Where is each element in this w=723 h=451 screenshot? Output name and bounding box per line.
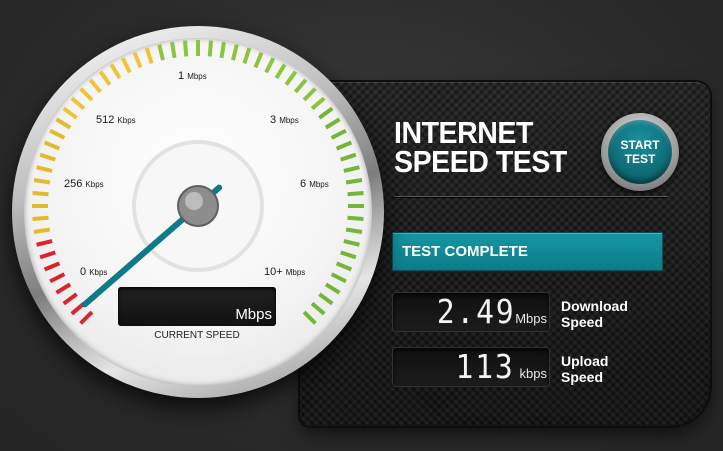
gauge-tick	[32, 215, 49, 222]
gauge-tick	[293, 78, 308, 94]
gauge-tick	[39, 250, 56, 260]
gauge-tick	[55, 282, 72, 295]
scale-label-number: 0	[80, 266, 90, 278]
scale-label-unit: Mbps	[309, 180, 329, 189]
gauge-tick	[182, 40, 189, 57]
gauge-tick	[62, 106, 78, 120]
gauge-tick	[335, 140, 353, 151]
gauge-tick	[318, 106, 334, 120]
gauge-tick	[302, 87, 317, 102]
scale-label-unit: Mbps	[285, 268, 306, 277]
gauge-tick	[55, 117, 72, 130]
gauge-tick	[170, 41, 177, 59]
current-speed-caption: CURRENT SPEED	[154, 330, 240, 341]
gauge-tick	[345, 178, 363, 185]
gauge-tick	[109, 63, 122, 80]
scale-label-unit: Mbps	[279, 116, 299, 125]
gauge-tick	[330, 272, 347, 284]
gauge-tick	[231, 44, 239, 61]
gauge-tick	[79, 310, 94, 325]
gauge-scale-label: 6 Mbps	[300, 178, 329, 190]
gauge-tick	[43, 261, 61, 272]
gauge-tick	[274, 63, 287, 80]
scale-label-unit: Mbps	[187, 72, 207, 81]
gauge-tick	[343, 239, 360, 247]
gauge-tick	[43, 140, 61, 151]
gauge-scale-label: 512 Kbps	[96, 114, 136, 126]
current-speed-display: Mbps	[118, 287, 276, 326]
gauge-tick	[207, 40, 214, 57]
scale-label-unit: Kbps	[89, 268, 108, 277]
gauge-tick	[253, 51, 264, 69]
gauge-tick	[62, 292, 78, 306]
gauge-scale-label: 1 Mbps	[178, 70, 207, 82]
gauge-tick	[132, 51, 143, 69]
gauge-tick	[345, 227, 363, 234]
gauge-tick	[36, 239, 53, 247]
gauge-tick	[157, 44, 165, 61]
scale-label-unit: Kbps	[85, 180, 104, 189]
gauge-tick	[242, 47, 252, 64]
gauge-scale-label: 10+ Mbps	[264, 266, 305, 278]
gauge-tick	[79, 87, 94, 102]
gauge-scale-label: 0 Kbps	[80, 266, 107, 278]
gauge-tick	[33, 227, 51, 234]
needle-hub-highlight	[185, 192, 203, 210]
gauge-tick	[343, 165, 360, 173]
gauge-tick	[49, 272, 66, 284]
gauge-tick	[49, 128, 66, 140]
gauge-tick	[98, 70, 112, 86]
gauge-tick	[347, 190, 364, 197]
scale-label-number: 3	[270, 114, 280, 126]
gauge-tick	[36, 165, 53, 173]
gauge-tick	[144, 47, 154, 64]
gauge-tick	[310, 301, 326, 316]
gauge-tick	[318, 292, 334, 306]
current-speed-unit: Mbps	[235, 306, 272, 323]
gauge-tick	[219, 41, 226, 59]
gauge-tick	[324, 282, 341, 295]
gauge-scale-label: 3 Mbps	[270, 114, 299, 126]
scale-label-number: 1	[178, 70, 188, 82]
gauge-scale-label: 256 Kbps	[64, 178, 104, 190]
scale-label-number: 10+	[264, 266, 286, 278]
gauge-tick	[347, 215, 364, 222]
gauge-tick	[264, 57, 276, 74]
gauge-tick	[310, 96, 326, 111]
scale-label-number: 6	[300, 178, 310, 190]
gauge-tick	[32, 190, 49, 197]
gauge-tick	[120, 57, 132, 74]
gauge-tick	[284, 70, 298, 86]
scale-label-unit: Kbps	[117, 116, 136, 125]
gauge-dial	[32, 40, 364, 325]
gauge-tick	[340, 152, 357, 162]
scale-label-number: 512	[96, 114, 118, 126]
gauge-tick	[39, 152, 56, 162]
gauge-tick	[88, 78, 103, 94]
gauge-tick	[340, 250, 357, 260]
gauge-tick	[324, 117, 341, 130]
gauge-tick	[70, 96, 86, 111]
gauge-tick	[335, 261, 353, 272]
gauge-tick	[302, 310, 317, 325]
scale-label-number: 256	[64, 178, 86, 190]
gauge-tick	[330, 128, 347, 140]
gauge-tick	[33, 178, 51, 185]
